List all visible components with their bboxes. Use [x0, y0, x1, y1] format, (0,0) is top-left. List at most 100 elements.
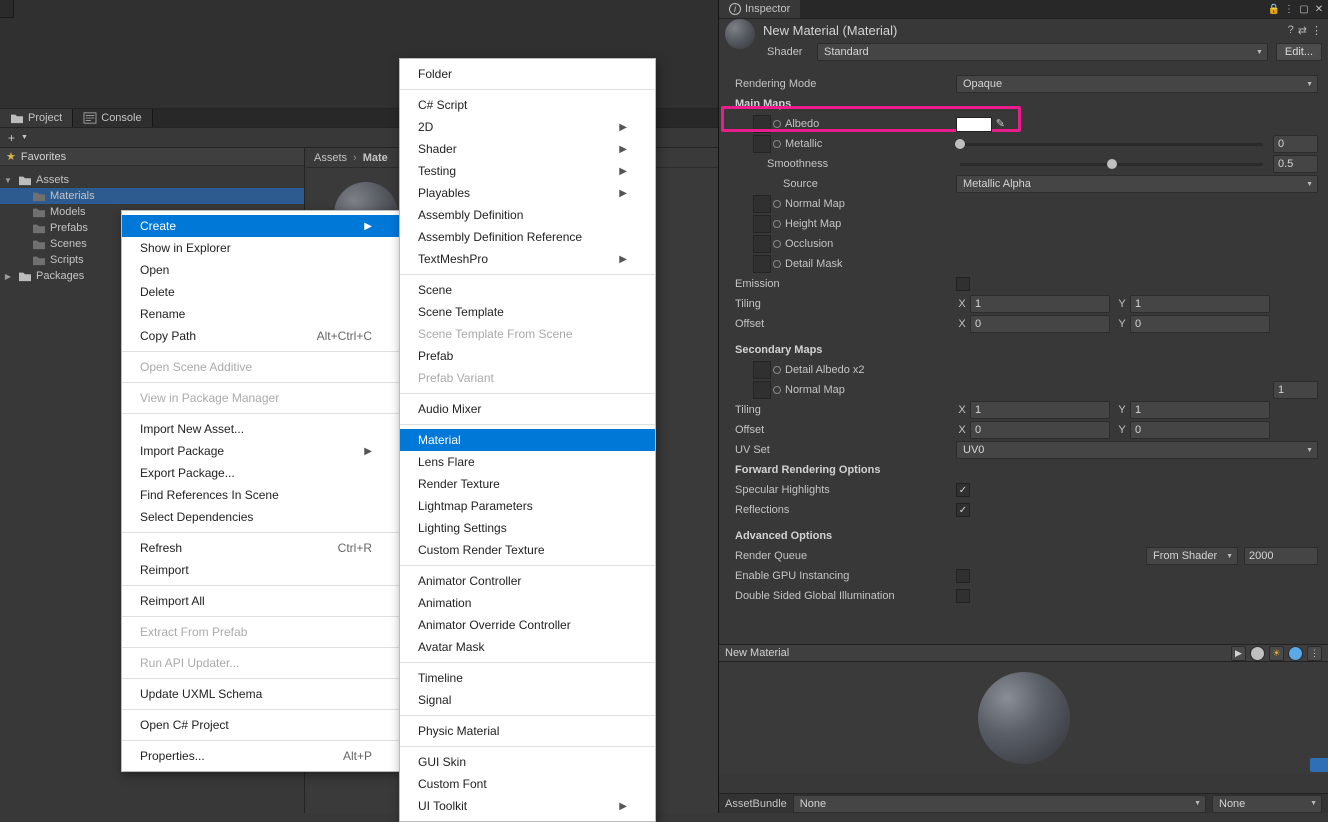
metallic-slider[interactable]	[960, 143, 1263, 146]
tab-project[interactable]: Project	[0, 109, 73, 127]
menu-item-timeline[interactable]: Timeline	[400, 667, 655, 689]
menu-item-lens-flare[interactable]: Lens Flare	[400, 451, 655, 473]
tab-console[interactable]: Console	[73, 109, 152, 127]
menu-item-open-c-project[interactable]: Open C# Project	[122, 714, 400, 736]
menu-item-import-new-asset[interactable]: Import New Asset...	[122, 418, 400, 440]
menu-item-playables[interactable]: Playables▶	[400, 182, 655, 204]
breadcrumb-assets[interactable]: Assets	[314, 152, 347, 164]
sphere-icon[interactable]	[1250, 646, 1265, 661]
play-icon[interactable]: ▶	[1231, 646, 1246, 661]
albedo-texture-slot[interactable]	[753, 115, 771, 133]
tiling-x-field[interactable]: 1	[970, 295, 1110, 313]
menu-item-show-in-explorer[interactable]: Show in Explorer	[122, 237, 400, 259]
menu-item-custom-render-texture[interactable]: Custom Render Texture	[400, 539, 655, 561]
dsgi-checkbox[interactable]	[956, 589, 970, 603]
menu-item-assembly-definition-reference[interactable]: Assembly Definition Reference	[400, 226, 655, 248]
detail-albedo-slot[interactable]	[753, 361, 771, 379]
menu-item-reimport[interactable]: Reimport	[122, 559, 400, 581]
material-preview[interactable]	[719, 662, 1328, 774]
metallic-field[interactable]: 0	[1273, 135, 1318, 153]
uv-set-dropdown[interactable]: UV0	[956, 441, 1318, 459]
shader-dropdown[interactable]: Standard	[817, 43, 1268, 61]
slider-thumb-icon[interactable]	[955, 139, 965, 149]
expand-down-icon[interactable]: ▼	[2, 176, 14, 185]
metallic-texture-slot[interactable]	[753, 135, 771, 153]
detail-albedo-picker-icon[interactable]	[773, 366, 781, 374]
menu-item-2d[interactable]: 2D▶	[400, 116, 655, 138]
menu-item-export-package[interactable]: Export Package...	[122, 462, 400, 484]
menu-icon[interactable]: ⋮	[1282, 2, 1296, 16]
menu-item-rename[interactable]: Rename	[122, 303, 400, 325]
preset-icon[interactable]: ⇄	[1298, 24, 1307, 37]
preview-header[interactable]: New Material ▶ ☀ ⋮	[719, 644, 1328, 662]
tiling2-y-field[interactable]: 1	[1130, 401, 1270, 419]
menu-item-textmeshpro[interactable]: TextMeshPro▶	[400, 248, 655, 270]
close-icon[interactable]: ✕	[1312, 2, 1326, 16]
menu-item-physic-material[interactable]: Physic Material	[400, 720, 655, 742]
reflections-checkbox[interactable]: ✓	[956, 503, 970, 517]
detail-mask-picker-icon[interactable]	[773, 260, 781, 268]
menu-item-gui-skin[interactable]: GUI Skin	[400, 751, 655, 773]
normal-map2-slot[interactable]	[753, 381, 771, 399]
menu-item-animator-override-controller[interactable]: Animator Override Controller	[400, 614, 655, 636]
expand-icon[interactable]: ▢	[1297, 2, 1311, 16]
offset-x-field[interactable]: 0	[970, 315, 1110, 333]
normal-map-slot[interactable]	[753, 195, 771, 213]
kebab-icon[interactable]: ⋮	[1311, 24, 1322, 37]
height-map-slot[interactable]	[753, 215, 771, 233]
rendering-mode-dropdown[interactable]: Opaque	[956, 75, 1318, 93]
menu-item-reimport-all[interactable]: Reimport All	[122, 590, 400, 612]
specular-checkbox[interactable]: ✓	[956, 483, 970, 497]
tab-inspector[interactable]: i Inspector	[719, 0, 800, 18]
tree-item-materials[interactable]: Materials	[0, 188, 304, 204]
height-map-picker-icon[interactable]	[773, 220, 781, 228]
menu-item-animator-controller[interactable]: Animator Controller	[400, 570, 655, 592]
menu-item-lightmap-parameters[interactable]: Lightmap Parameters	[400, 495, 655, 517]
smoothness-slider[interactable]	[960, 163, 1263, 166]
menu-item-material[interactable]: Material	[400, 429, 655, 451]
normal-map2-field[interactable]: 1	[1273, 381, 1318, 399]
menu-item-animation[interactable]: Animation	[400, 592, 655, 614]
menu-item-audio-mixer[interactable]: Audio Mixer	[400, 398, 655, 420]
menu-item-avatar-mask[interactable]: Avatar Mask	[400, 636, 655, 658]
label-tag-icon[interactable]	[1310, 758, 1328, 772]
menu-item-signal[interactable]: Signal	[400, 689, 655, 711]
menu-item-find-references-in-scene[interactable]: Find References In Scene	[122, 484, 400, 506]
emission-checkbox[interactable]	[956, 277, 970, 291]
sky-icon[interactable]	[1288, 646, 1303, 661]
slider-thumb-icon[interactable]	[1107, 159, 1117, 169]
menu-item-import-package[interactable]: Import Package▶	[122, 440, 400, 462]
menu-item-assembly-definition[interactable]: Assembly Definition	[400, 204, 655, 226]
kebab-icon[interactable]: ⋮	[1307, 646, 1322, 661]
menu-item-custom-font[interactable]: Custom Font	[400, 773, 655, 795]
detail-mask-slot[interactable]	[753, 255, 771, 273]
menu-item-folder[interactable]: Folder	[400, 63, 655, 85]
occlusion-slot[interactable]	[753, 235, 771, 253]
asset-bundle-dropdown[interactable]: None	[793, 795, 1206, 813]
menu-item-refresh[interactable]: RefreshCtrl+R	[122, 537, 400, 559]
expand-right-icon[interactable]: ▶	[2, 272, 14, 281]
menu-item-open[interactable]: Open	[122, 259, 400, 281]
menu-item-create[interactable]: Create▶	[122, 215, 400, 237]
offset2-x-field[interactable]: 0	[970, 421, 1110, 439]
menu-item-scene-template[interactable]: Scene Template	[400, 301, 655, 323]
menu-item-update-uxml-schema[interactable]: Update UXML Schema	[122, 683, 400, 705]
normal-map-picker-icon[interactable]	[773, 200, 781, 208]
menu-item-testing[interactable]: Testing▶	[400, 160, 655, 182]
menu-item-scene[interactable]: Scene	[400, 279, 655, 301]
tiling-y-field[interactable]: 1	[1130, 295, 1270, 313]
lock-icon[interactable]: 🔒	[1267, 2, 1281, 16]
gpu-checkbox[interactable]	[956, 569, 970, 583]
help-icon[interactable]: ?	[1288, 24, 1294, 36]
favorites-header[interactable]: ★ Favorites	[0, 148, 304, 166]
tiling2-x-field[interactable]: 1	[970, 401, 1110, 419]
tree-item-assets[interactable]: ▼Assets	[0, 172, 304, 188]
menu-item-lighting-settings[interactable]: Lighting Settings	[400, 517, 655, 539]
menu-item-properties[interactable]: Properties...Alt+P	[122, 745, 400, 767]
menu-item-select-dependencies[interactable]: Select Dependencies	[122, 506, 400, 528]
render-queue-dropdown[interactable]: From Shader	[1146, 547, 1238, 565]
render-queue-field[interactable]: 2000	[1244, 547, 1318, 565]
menu-item-prefab[interactable]: Prefab	[400, 345, 655, 367]
albedo-texture-picker-icon[interactable]	[773, 120, 781, 128]
source-dropdown[interactable]: Metallic Alpha	[956, 175, 1318, 193]
